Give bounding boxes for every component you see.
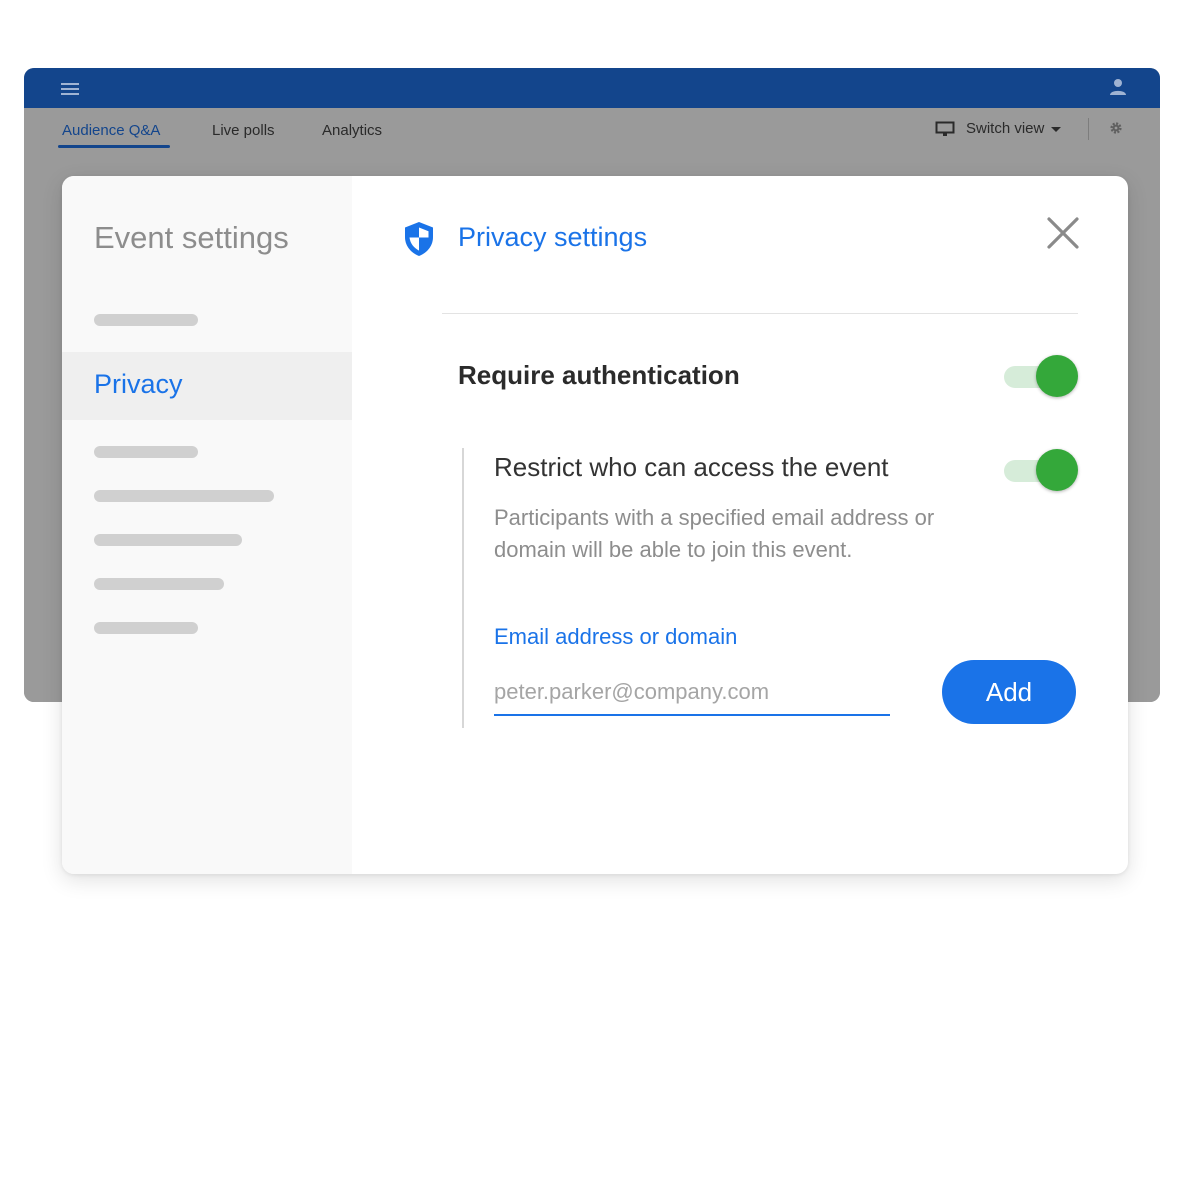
- tab-analytics[interactable]: Analytics: [322, 122, 382, 139]
- sidebar-item-label: Privacy: [94, 369, 183, 399]
- email-field[interactable]: [494, 670, 890, 716]
- sidebar-item-placeholder[interactable]: [94, 622, 198, 634]
- sidebar-title: Event settings: [94, 220, 289, 255]
- add-button[interactable]: Add: [942, 660, 1076, 724]
- sidebar-item-placeholder[interactable]: [94, 314, 198, 326]
- close-icon[interactable]: [1046, 216, 1080, 250]
- tab-live-polls[interactable]: Live polls: [212, 122, 275, 139]
- sidebar-item-privacy[interactable]: Privacy: [62, 352, 352, 420]
- tab-audience-qa[interactable]: Audience Q&A: [62, 122, 160, 139]
- tab-bar: Audience Q&A Live polls Analytics Switch…: [24, 108, 1160, 148]
- header-divider: [442, 313, 1078, 314]
- top-bar: [24, 68, 1160, 108]
- sidebar-item-placeholder[interactable]: [94, 578, 224, 590]
- toggle-knob: [1036, 449, 1078, 491]
- sidebar-item-placeholder[interactable]: [94, 534, 242, 546]
- switch-view-button[interactable]: Switch view: [935, 120, 1062, 137]
- hamburger-menu-icon[interactable]: [61, 83, 79, 95]
- restrict-access-description: Participants with a specified email addr…: [494, 505, 935, 562]
- email-field-label: Email address or domain: [494, 624, 738, 649]
- caret-down-icon: [1051, 127, 1062, 132]
- monitor-icon: [935, 121, 955, 136]
- privacy-settings-title: Privacy settings: [458, 222, 648, 252]
- sidebar-item-placeholder[interactable]: [94, 490, 274, 502]
- settings-sidebar: Event settings Privacy: [62, 176, 352, 874]
- restrict-access-label: Restrict who can access the event: [494, 452, 889, 482]
- nested-settings-indent-line: [462, 448, 464, 728]
- require-authentication-label: Require authentication: [458, 360, 740, 390]
- shield-icon: [405, 222, 433, 256]
- toggle-knob: [1036, 355, 1078, 397]
- toolbar-divider: [1088, 118, 1089, 140]
- event-settings-modal: Event settings Privacy Privacy settings …: [62, 176, 1128, 874]
- gear-icon[interactable]: [1109, 121, 1123, 135]
- sidebar-item-placeholder[interactable]: [94, 446, 198, 458]
- switch-view-label: Switch view: [966, 120, 1045, 137]
- user-icon[interactable]: [1109, 78, 1127, 96]
- require-authentication-toggle[interactable]: [1004, 355, 1078, 397]
- restrict-access-toggle[interactable]: [1004, 449, 1078, 491]
